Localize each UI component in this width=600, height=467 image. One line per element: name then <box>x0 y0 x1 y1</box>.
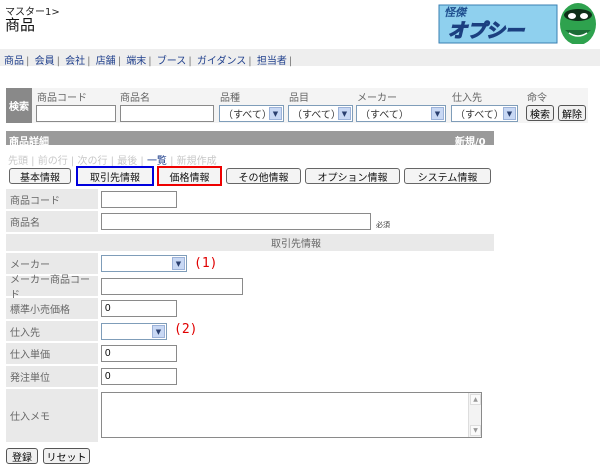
nav-item-staff[interactable]: 担当者 <box>257 56 287 67</box>
record-nav: 先頭 | 前の行 | 次の行 | 最後 | 一覧 | 新規作成 <box>8 156 217 167</box>
purchase-memo-textarea[interactable]: ▲ ▼ <box>101 392 482 438</box>
chevron-down-icon: ▼ <box>503 107 516 120</box>
section-label-spacer <box>6 234 98 251</box>
field-label-unit-price: 仕入単価 <box>6 343 98 364</box>
search-category-value: （すべて） <box>223 110 272 121</box>
maker-select[interactable]: ▼ <box>101 255 187 272</box>
chevron-down-icon: ▼ <box>431 107 444 120</box>
nav-item-booths[interactable]: ブース <box>157 56 187 67</box>
field-label-code: 商品コード <box>6 189 98 209</box>
tab-other-info[interactable]: その他情報 <box>226 168 301 184</box>
search-item-value: （すべて） <box>292 110 341 121</box>
search-category-select[interactable]: （すべて） ▼ <box>219 105 284 122</box>
reset-button[interactable]: リセット <box>43 448 90 464</box>
svg-text:怪傑: 怪傑 <box>444 6 468 19</box>
search-tag: 検索 <box>6 88 32 123</box>
nav-item-companies[interactable]: 会社 <box>65 56 85 67</box>
search-header-category: 品種 <box>220 93 240 104</box>
search-header-command: 命令 <box>527 93 547 104</box>
search-code-input[interactable] <box>36 105 116 122</box>
tab-supplier-info[interactable]: 取引先情報 <box>76 166 154 186</box>
annotation-1: (1) <box>194 256 218 271</box>
panel-header <box>6 131 494 145</box>
product-name-input[interactable] <box>101 213 371 230</box>
nav-item-products[interactable]: 商品 <box>4 56 24 67</box>
search-maker-select[interactable]: （すべて） ▼ <box>356 105 446 122</box>
field-label-maker-code: メーカー商品コード <box>6 275 98 301</box>
record-nav-prev: 前の行 <box>37 156 68 167</box>
search-header-name: 商品名 <box>120 93 150 104</box>
main-nav: 商品 | 会員 | 会社 | 店舗 | 端末 | ブース | ガイダンス | 担当者 | <box>4 56 293 67</box>
maker-code-input[interactable] <box>101 278 243 295</box>
product-code-input[interactable] <box>101 191 177 208</box>
chevron-down-icon: ▼ <box>338 107 351 120</box>
tab-basic-info[interactable]: 基本情報 <box>9 168 71 184</box>
order-unit-input[interactable] <box>101 368 177 385</box>
retail-price-input[interactable] <box>101 300 177 317</box>
search-header-maker: メーカー <box>357 93 397 104</box>
nav-item-members[interactable]: 会員 <box>35 56 55 67</box>
page-title: 商品 <box>5 16 36 34</box>
search-name-input[interactable] <box>120 105 214 122</box>
search-button[interactable]: 検索 <box>526 105 554 121</box>
nav-item-terminals[interactable]: 端末 <box>126 56 146 67</box>
section-header: 取引先情報 <box>98 234 494 251</box>
search-item-select[interactable]: （すべて） ▼ <box>288 105 353 122</box>
search-maker-value: （すべて） <box>360 110 409 121</box>
required-mark: 必須 <box>376 221 390 229</box>
record-nav-first: 先頭 <box>8 156 28 167</box>
clear-button[interactable]: 解除 <box>558 105 586 121</box>
field-label-supplier: 仕入先 <box>6 321 98 341</box>
chevron-down-icon: ▼ <box>269 107 282 120</box>
field-label-name: 商品名 <box>6 211 98 232</box>
scroll-up-icon[interactable]: ▲ <box>470 394 481 405</box>
chevron-down-icon: ▼ <box>152 325 165 338</box>
search-header-code: 商品コード <box>37 93 87 104</box>
search-supplier-select[interactable]: （すべて） ▼ <box>451 105 518 122</box>
nav-item-stores[interactable]: 店舗 <box>96 56 116 67</box>
app-logo: 怪傑 オプシー <box>438 3 596 44</box>
tab-system-info[interactable]: システム情報 <box>404 168 491 184</box>
field-label-memo: 仕入メモ <box>6 389 98 442</box>
search-header-supplier: 仕入先 <box>452 93 482 104</box>
register-button[interactable]: 登録 <box>6 448 38 464</box>
svg-text:オプシー: オプシー <box>448 20 525 42</box>
chevron-down-icon: ▼ <box>172 257 185 270</box>
tab-option-info[interactable]: オプション情報 <box>305 168 400 184</box>
nav-item-guidance[interactable]: ガイダンス <box>197 56 246 67</box>
field-label-order-unit: 発注単位 <box>6 366 98 387</box>
memo-scrollbar[interactable]: ▲ ▼ <box>468 393 481 437</box>
annotation-2: (2) <box>174 322 198 337</box>
panel-status: 新規/0 <box>455 137 486 148</box>
tab-price-info[interactable]: 価格情報 <box>157 166 222 186</box>
unit-price-input[interactable] <box>101 345 177 362</box>
scroll-down-icon[interactable]: ▼ <box>470 425 481 436</box>
search-header-item: 品目 <box>289 93 309 104</box>
panel-title: 商品詳細 <box>9 137 49 148</box>
supplier-select[interactable]: ▼ <box>101 323 167 340</box>
search-supplier-value: （すべて） <box>455 110 504 121</box>
field-label-retail-price: 標準小売価格 <box>6 298 98 319</box>
